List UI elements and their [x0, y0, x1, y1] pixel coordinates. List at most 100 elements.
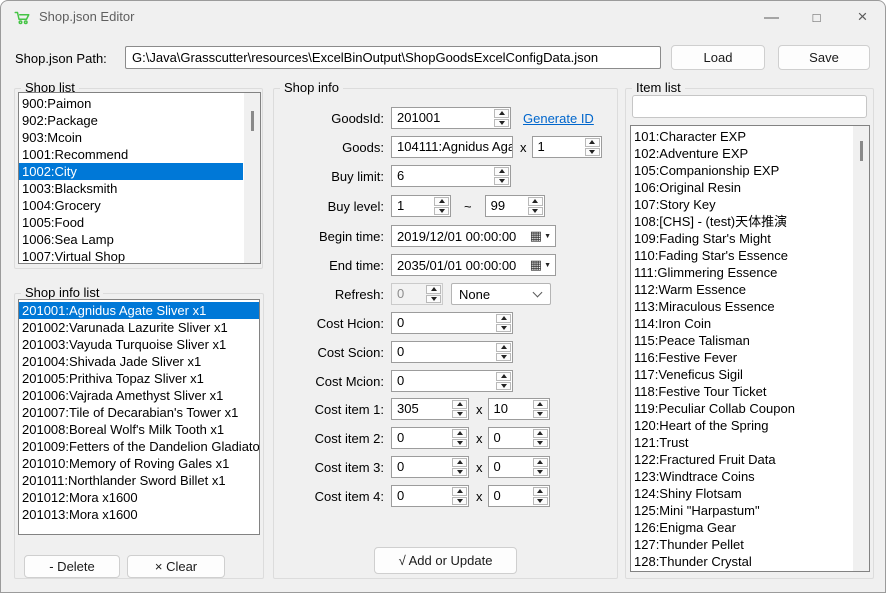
- cost-item-id-spinner[interactable]: 305: [391, 398, 469, 420]
- spin-up-icon[interactable]: [528, 197, 543, 206]
- cost-hcion-value[interactable]: 0: [392, 313, 495, 333]
- shop-listbox[interactable]: 900:Paimon902:Package903:Mcoin1001:Recom…: [18, 92, 261, 264]
- cost-item-id-spinner[interactable]: 0: [391, 456, 469, 478]
- goods-value[interactable]: 104111:Agnidus Agate S: [392, 137, 512, 157]
- list-item[interactable]: 201009:Fetters of the Dandelion Gladiato: [19, 438, 259, 455]
- list-item[interactable]: 201011:Northlander Sword Billet x1: [19, 472, 259, 489]
- list-item[interactable]: 116:Festive Fever: [631, 349, 852, 366]
- list-item[interactable]: 106:Original Resin: [631, 179, 852, 196]
- spin-down-icon[interactable]: [434, 207, 449, 216]
- spin-down-icon[interactable]: [528, 207, 543, 216]
- spin-up-icon[interactable]: [494, 167, 509, 176]
- refresh-mode-combobox[interactable]: None: [451, 283, 551, 305]
- list-item[interactable]: 127:Thunder Pellet: [631, 536, 852, 553]
- list-item[interactable]: 119:Peculiar Collab Coupon: [631, 400, 852, 417]
- spin-down-icon[interactable]: [585, 148, 600, 157]
- cost-item-id-value[interactable]: 0: [392, 486, 451, 506]
- list-item[interactable]: 903:Mcoin: [19, 129, 243, 146]
- list-item[interactable]: 125:Mini "Harpastum": [631, 502, 852, 519]
- spin-down-icon[interactable]: [452, 439, 467, 448]
- dropdown-arrow-icon[interactable]: ▼: [544, 233, 551, 240]
- spin-up-icon[interactable]: [452, 429, 467, 438]
- list-item[interactable]: 117:Veneficus Sigil: [631, 366, 852, 383]
- item-listbox[interactable]: 101:Character EXP102:Adventure EXP105:Co…: [630, 125, 870, 572]
- cost-item-qty-spinner[interactable]: 0: [488, 485, 550, 507]
- list-item[interactable]: 902:Package: [19, 112, 243, 129]
- generate-id-link[interactable]: Generate ID: [523, 111, 594, 126]
- close-icon[interactable]: ×: [839, 1, 886, 33]
- goods-qty-value[interactable]: 1: [533, 137, 584, 157]
- buy-level-max-value[interactable]: 99: [486, 196, 527, 216]
- list-item[interactable]: 201005:Prithiva Topaz Sliver x1: [19, 370, 259, 387]
- list-item[interactable]: 115:Peace Talisman: [631, 332, 852, 349]
- goods-input[interactable]: 104111:Agnidus Agate S: [391, 136, 513, 158]
- spin-up-icon[interactable]: [452, 458, 467, 467]
- cost-mcion-spinner[interactable]: 0: [391, 370, 513, 392]
- delete-button[interactable]: - Delete: [24, 555, 120, 578]
- list-item[interactable]: 121:Trust: [631, 434, 852, 451]
- buy-limit-value[interactable]: 6: [392, 166, 493, 186]
- scrollbar-thumb[interactable]: [860, 141, 863, 161]
- list-item[interactable]: 1007:Virtual Shop: [19, 248, 243, 264]
- path-input[interactable]: [125, 46, 661, 69]
- list-item[interactable]: 201004:Shivada Jade Sliver x1: [19, 353, 259, 370]
- goods-id-value[interactable]: 201001: [392, 108, 493, 128]
- spin-down-icon[interactable]: [452, 468, 467, 477]
- cost-mcion-value[interactable]: 0: [392, 371, 495, 391]
- list-item[interactable]: 900:Paimon: [19, 95, 243, 112]
- cost-hcion-spinner[interactable]: 0: [391, 312, 513, 334]
- list-item[interactable]: 111:Glimmering Essence: [631, 264, 852, 281]
- begin-time-picker[interactable]: 2019/12/01 00:00:00 ▦ ▼: [391, 225, 556, 247]
- spin-up-icon[interactable]: [533, 487, 548, 496]
- list-item[interactable]: 102:Adventure EXP: [631, 145, 852, 162]
- list-item[interactable]: 201007:Tile of Decarabian's Tower x1: [19, 404, 259, 421]
- spin-down-icon[interactable]: [496, 353, 511, 362]
- spin-down-icon[interactable]: [496, 382, 511, 391]
- spin-up-icon[interactable]: [496, 314, 511, 323]
- spin-down-icon[interactable]: [533, 410, 548, 419]
- end-time-picker[interactable]: 2035/01/01 00:00:00 ▦ ▼: [391, 254, 556, 276]
- list-item[interactable]: 101:Character EXP: [631, 128, 852, 145]
- cost-item-id-value[interactable]: 0: [392, 428, 451, 448]
- spin-up-icon[interactable]: [533, 429, 548, 438]
- scrollbar-track[interactable]: [853, 126, 869, 571]
- spin-up-icon[interactable]: [452, 400, 467, 409]
- spin-down-icon[interactable]: [452, 410, 467, 419]
- cost-scion-spinner[interactable]: 0: [391, 341, 513, 363]
- spin-down-icon[interactable]: [452, 497, 467, 506]
- list-item[interactable]: 201006:Vajrada Amethyst Sliver x1: [19, 387, 259, 404]
- dropdown-arrow-icon[interactable]: ▼: [544, 262, 551, 269]
- goods-qty-spinner[interactable]: 1: [532, 136, 602, 158]
- scrollbar-thumb[interactable]: [251, 111, 254, 131]
- spin-up-icon[interactable]: [434, 197, 449, 206]
- list-item[interactable]: 201013:Mora x1600: [19, 506, 259, 523]
- minimize-icon[interactable]: —: [749, 1, 794, 33]
- load-button[interactable]: Load: [671, 45, 765, 70]
- cost-item-qty-spinner[interactable]: 0: [488, 456, 550, 478]
- cost-item-id-spinner[interactable]: 0: [391, 485, 469, 507]
- list-item[interactable]: 108:[CHS] - (test)天体推演: [631, 213, 852, 230]
- cost-item-id-spinner[interactable]: 0: [391, 427, 469, 449]
- list-item[interactable]: 114:Iron Coin: [631, 315, 852, 332]
- shop-info-listbox[interactable]: 201001:Agnidus Agate Sliver x1201002:Var…: [18, 299, 260, 535]
- list-item[interactable]: 1005:Food: [19, 214, 243, 231]
- list-item[interactable]: 201010:Memory of Roving Gales x1: [19, 455, 259, 472]
- spin-down-icon[interactable]: [496, 324, 511, 333]
- list-item[interactable]: 128:Thunder Crystal: [631, 553, 852, 570]
- cost-item-id-value[interactable]: 305: [392, 399, 451, 419]
- save-button[interactable]: Save: [778, 45, 870, 70]
- spin-down-icon[interactable]: [533, 497, 548, 506]
- list-item[interactable]: 113:Miraculous Essence: [631, 298, 852, 315]
- cost-item-qty-value[interactable]: 10: [489, 399, 532, 419]
- list-item[interactable]: 110:Fading Star's Essence: [631, 247, 852, 264]
- maximize-icon[interactable]: □: [794, 1, 839, 33]
- list-item[interactable]: 123:Windtrace Coins: [631, 468, 852, 485]
- list-item[interactable]: 1003:Blacksmith: [19, 180, 243, 197]
- spin-up-icon[interactable]: [496, 343, 511, 352]
- chevron-down-icon[interactable]: [533, 288, 543, 298]
- cost-scion-value[interactable]: 0: [392, 342, 495, 362]
- scrollbar-track[interactable]: [244, 93, 260, 263]
- list-item[interactable]: 126:Enigma Gear: [631, 519, 852, 536]
- buy-level-min-value[interactable]: 1: [392, 196, 433, 216]
- buy-limit-spinner[interactable]: 6: [391, 165, 511, 187]
